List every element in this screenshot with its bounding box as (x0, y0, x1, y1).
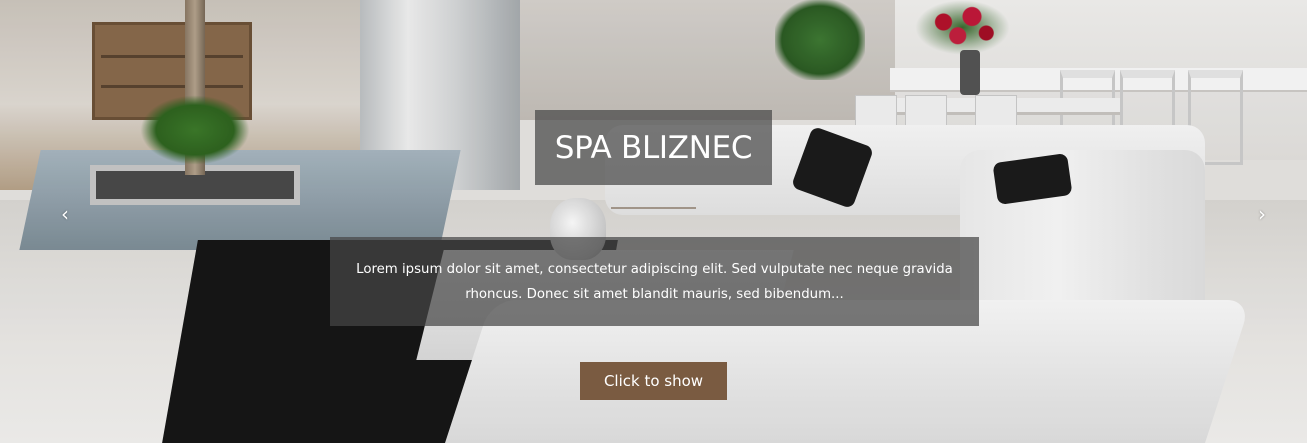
slide-title: SPA BLIZNEC (554, 129, 753, 166)
title-divider (611, 207, 696, 209)
slide-description: Lorem ipsum dolor sit amet, consectetur … (356, 261, 953, 302)
click-to-show-button[interactable]: Click to show (580, 362, 727, 400)
slide-description-box: Lorem ipsum dolor sit amet, consectetur … (330, 237, 979, 326)
chevron-left-icon[interactable]: ‹ (55, 202, 75, 226)
slide-title-box: SPA BLIZNEC (535, 110, 772, 185)
chevron-right-icon[interactable]: › (1252, 202, 1272, 226)
hero-slider: SPA BLIZNEC Lorem ipsum dolor sit amet, … (0, 0, 1307, 443)
